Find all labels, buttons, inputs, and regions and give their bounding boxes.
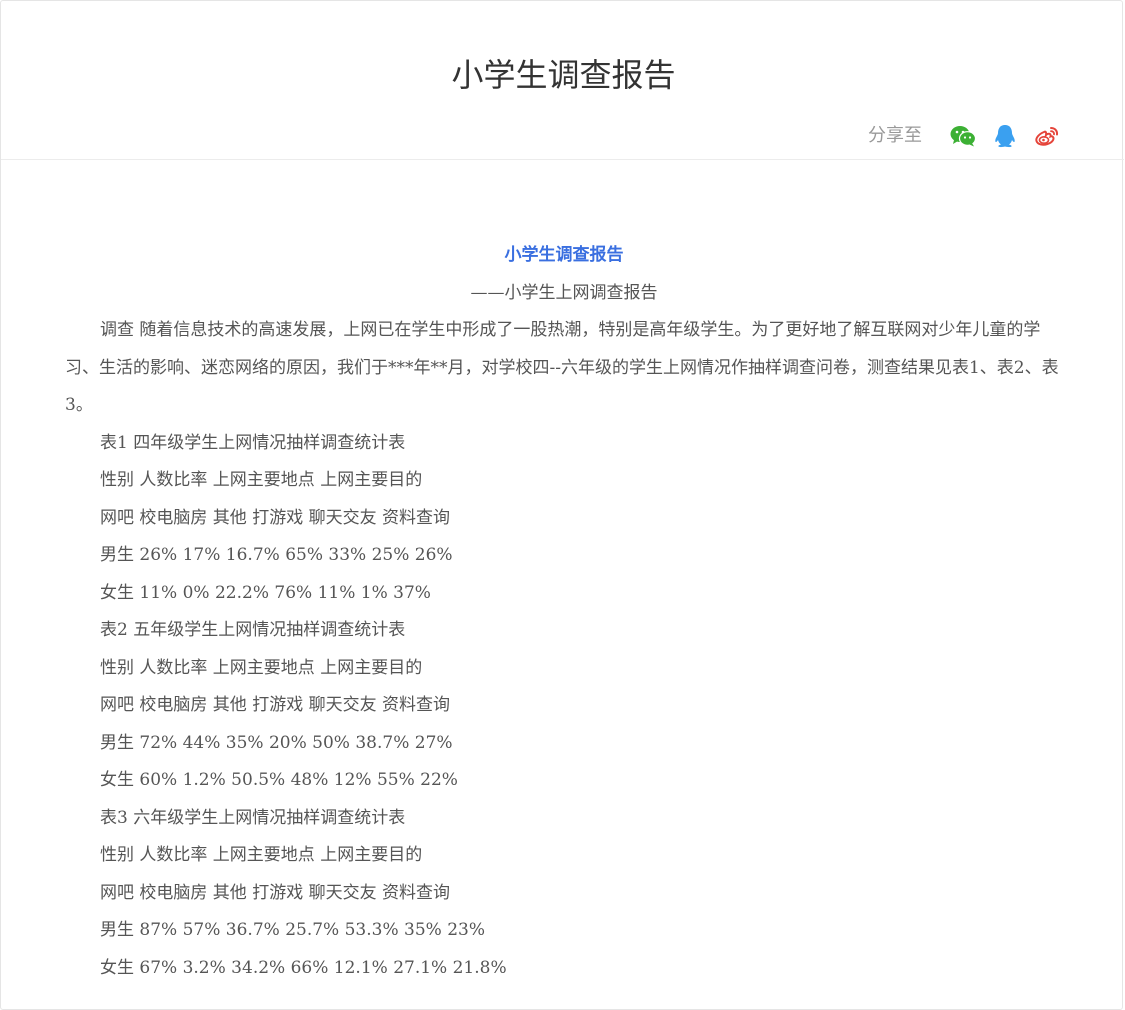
table2-row-male: 男生 72% 44% 35% 20% 50% 38.7% 27% bbox=[100, 732, 453, 753]
article-subtitle: ——小学生上网调查报告 bbox=[470, 282, 658, 303]
table3-caption: 表3 六年级学生上网情况抽样调查统计表 bbox=[100, 807, 406, 828]
table1-row-male: 男生 26% 17% 16.7% 65% 33% 25% 26% bbox=[100, 545, 453, 565]
table1-header-row: 性别 人数比率 上网主要地点 上网主要目的 bbox=[100, 470, 423, 490]
share-label: 分享至 bbox=[868, 125, 922, 146]
table3-row-female: 女生 67% 3.2% 34.2% 66% 12.1% 27.1% 21.8% bbox=[100, 957, 507, 978]
article-title: 小学生调查报告 bbox=[504, 245, 624, 265]
table1-subheader-row: 网吧 校电脑房 其他 打游戏 聊天交友 资料查询 bbox=[100, 507, 451, 528]
share-bar: 分享至 bbox=[868, 121, 1062, 151]
page-title: 小学生调查报告 bbox=[451, 56, 676, 94]
qq-icon-graphic bbox=[995, 125, 1015, 148]
wechat-icon[interactable] bbox=[948, 121, 978, 151]
table3-header-row: 性别 人数比率 上网主要地点 上网主要目的 bbox=[100, 845, 423, 865]
page-header: 小学生调查报告 分享至 bbox=[1, 1, 1124, 160]
qq-icon[interactable] bbox=[990, 121, 1020, 151]
table1-row-female: 女生 11% 0% 22.2% 76% 11% 1% 37% bbox=[100, 582, 431, 603]
page-frame: 小学生调查报告 分享至 小学生调查报告 ——小学生上网调查报告 调查 随着信息技… bbox=[0, 0, 1124, 1010]
table3-row-male: 男生 87% 57% 36.7% 25.7% 53.3% 35% 23% bbox=[100, 920, 485, 940]
table2-row-female: 女生 60% 1.2% 50.5% 48% 12% 55% 22% bbox=[100, 770, 458, 790]
weibo-icon[interactable] bbox=[1032, 121, 1062, 151]
article-body: 小学生调查报告 ——小学生上网调查报告 调查 随着信息技术的高速发展，上网已在学… bbox=[65, 237, 1063, 987]
wechat-icon-graphic bbox=[950, 126, 976, 147]
table2-header-row: 性别 人数比率 上网主要地点 上网主要目的 bbox=[100, 657, 423, 678]
weibo-icon-graphic bbox=[1035, 127, 1059, 146]
table1-caption: 表1 四年级学生上网情况抽样调查统计表 bbox=[100, 432, 406, 453]
table2-subheader-row: 网吧 校电脑房 其他 打游戏 聊天交友 资料查询 bbox=[100, 695, 451, 715]
table2-caption: 表2 五年级学生上网情况抽样调查统计表 bbox=[100, 620, 406, 640]
paragraph-intro: 调查 随着信息技术的高速发展，上网已在学生中形成了一股热潮，特别是高年级学生。为… bbox=[65, 320, 1059, 415]
table3-subheader-row: 网吧 校电脑房 其他 打游戏 聊天交友 资料查询 bbox=[100, 882, 451, 903]
